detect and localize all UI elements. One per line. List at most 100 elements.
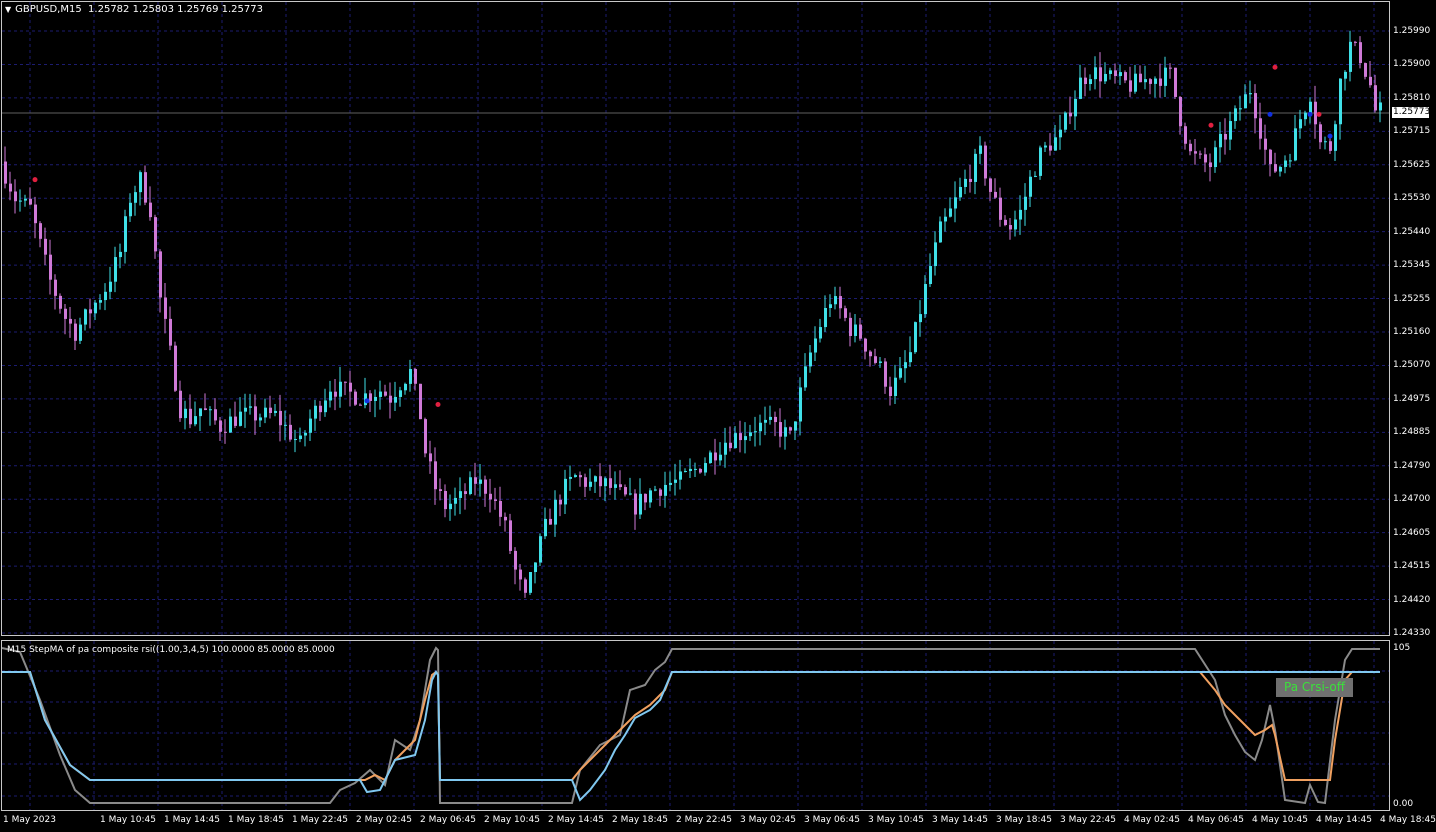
candle-body (684, 471, 687, 473)
chart-canvas[interactable] (0, 0, 1436, 832)
candle-body (1374, 85, 1377, 111)
candle-body (844, 308, 847, 318)
candle-body (119, 251, 122, 258)
candle-body (139, 172, 142, 193)
candle-body (979, 145, 982, 154)
candle-body (429, 453, 432, 462)
candle-body (84, 309, 87, 325)
candle-body (549, 518, 552, 525)
time-axis-label: 3 May 06:45 (804, 815, 860, 825)
candle-body (954, 197, 957, 209)
candle-body (974, 153, 977, 182)
time-axis-label: 4 May 14:45 (1316, 815, 1372, 825)
candle-body (924, 284, 927, 315)
candle-body (749, 432, 752, 437)
candle-body (389, 395, 392, 403)
symbol-info[interactable]: ▼ GBPUSD,M15 1.25782 1.25803 1.25769 1.25… (5, 4, 263, 15)
candle-body (879, 361, 882, 363)
candle-body (1304, 112, 1307, 120)
candle-body (494, 499, 497, 501)
candle-body (604, 478, 607, 487)
time-axis-label: 1 May 18:45 (228, 815, 284, 825)
candle-body (1049, 145, 1052, 151)
candle-body (569, 476, 572, 479)
candle-body (884, 361, 887, 387)
candle-body (464, 491, 467, 495)
candle-body (1039, 147, 1042, 176)
candle-body (294, 439, 297, 441)
buy-signal-marker (1327, 133, 1333, 139)
candle-body (1194, 151, 1197, 154)
candle-body (1104, 73, 1107, 82)
candle-body (1249, 93, 1252, 95)
candle-body (739, 433, 742, 441)
candle-body (1199, 153, 1202, 155)
candle-body (829, 304, 832, 308)
candle-body (1184, 126, 1187, 144)
candle-body (1294, 128, 1297, 161)
triangle-down-icon[interactable]: ▼ (5, 5, 11, 14)
candle-body (359, 404, 362, 406)
candle-body (189, 408, 192, 425)
candle-body (1209, 162, 1212, 168)
candle-body (1189, 143, 1192, 152)
candle-body (649, 490, 652, 503)
candle-body (499, 500, 502, 517)
price-scale-label: 1.24515 (1393, 561, 1431, 572)
candle-body (559, 499, 562, 505)
price-scale-label: 1.25810 (1393, 92, 1431, 103)
indicator-scale-bottom: 0.00 (1393, 799, 1414, 809)
candle-body (264, 407, 267, 418)
candle-body (1244, 94, 1247, 109)
candle-body (664, 484, 667, 496)
candle-body (1239, 108, 1242, 110)
time-axis-label: 1 May 22:45 (292, 815, 348, 825)
candle-body (514, 550, 517, 570)
candle-body (459, 491, 462, 498)
candle-body (529, 572, 532, 593)
pa-crsi-toggle-button[interactable]: Pa Crsi-off (1276, 678, 1353, 697)
candle-body (704, 463, 707, 473)
candle-body (814, 338, 817, 353)
candle-body (849, 317, 852, 336)
candle-body (779, 422, 782, 437)
price-scale-label: 1.24420 (1393, 594, 1431, 605)
candle-body (909, 352, 912, 363)
candle-body (764, 419, 767, 423)
candle-body (29, 198, 32, 205)
candle-body (379, 391, 382, 397)
candle-body (329, 391, 332, 401)
candle-body (1224, 133, 1227, 140)
candle-body (1064, 112, 1067, 130)
candle-body (999, 197, 1002, 220)
candle-body (799, 387, 802, 422)
candle-body (134, 192, 137, 203)
candle-body (124, 216, 127, 252)
candle-body (949, 208, 952, 217)
time-axis-label: 2 May 22:45 (676, 815, 732, 825)
candle-body (734, 433, 737, 449)
candle-body (319, 405, 322, 413)
candle-body (609, 478, 612, 488)
candle-body (1029, 176, 1032, 197)
candle-body (689, 468, 692, 472)
candle-body (874, 356, 877, 363)
candle-body (894, 377, 897, 397)
candle-body (374, 396, 377, 401)
candle-body (94, 302, 97, 314)
candle-body (1259, 118, 1262, 139)
candle-body (164, 297, 167, 319)
candle-body (1349, 41, 1352, 72)
candle-body (419, 383, 422, 420)
candle-body (79, 324, 82, 341)
candle-body (44, 238, 47, 255)
price-scale-label: 1.25160 (1393, 327, 1431, 337)
candle-body (934, 242, 937, 267)
candle-body (299, 435, 302, 440)
candle-body (819, 327, 822, 339)
candle-body (1079, 77, 1082, 99)
candle-body (149, 202, 152, 218)
candle-body (1139, 73, 1142, 83)
candle-body (579, 475, 582, 478)
candle-body (629, 493, 632, 495)
